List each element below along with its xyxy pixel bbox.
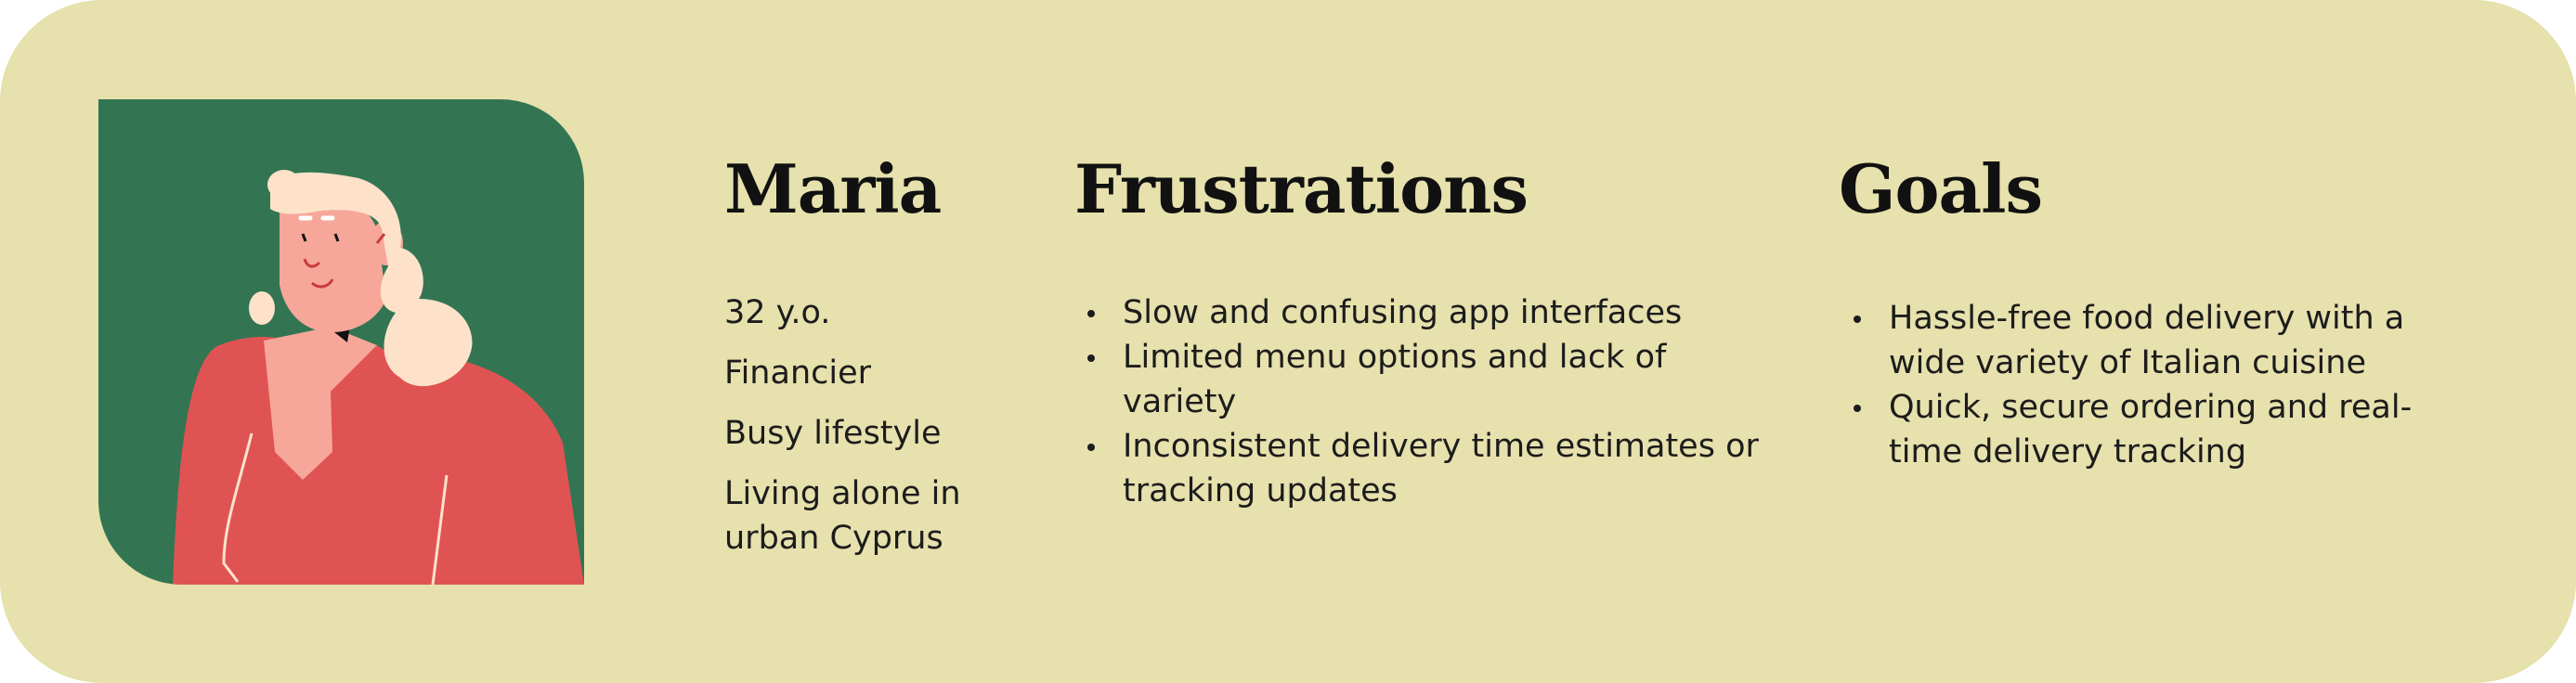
- list-item: Hassle-free food delivery with a wide va…: [1848, 296, 2442, 385]
- frustrations-list: Slow and confusing app interfaces Limite…: [1082, 290, 1769, 513]
- persona-details: 32 y.o. Financier Busy lifestyle Living …: [724, 290, 1021, 561]
- persona-location: Living alone in urban Cyprus: [724, 475, 961, 557]
- goals-title: Goals: [1839, 149, 2043, 228]
- list-item: Inconsistent delivery time estimates or …: [1082, 424, 1769, 513]
- persona-avatar: [98, 99, 584, 585]
- frustrations-title: Frustrations: [1074, 149, 1529, 228]
- persona-card: Maria 32 y.o. Financier Busy lifestyle L…: [0, 0, 2576, 683]
- list-item: Limited menu options and lack of variety: [1082, 335, 1698, 424]
- persona-lifestyle: Busy lifestyle: [724, 415, 942, 452]
- persona-occupation: Financier: [724, 354, 872, 392]
- persona-age: 32 y.o.: [724, 294, 831, 331]
- goals-list: Hassle-free food delivery with a wide va…: [1848, 296, 2442, 474]
- persona-name: Maria: [724, 149, 942, 228]
- woman-illustration-icon: [173, 170, 584, 585]
- list-item: Slow and confusing app interfaces: [1082, 290, 1769, 335]
- list-item: Quick, secure ordering and real-time del…: [1848, 385, 2442, 474]
